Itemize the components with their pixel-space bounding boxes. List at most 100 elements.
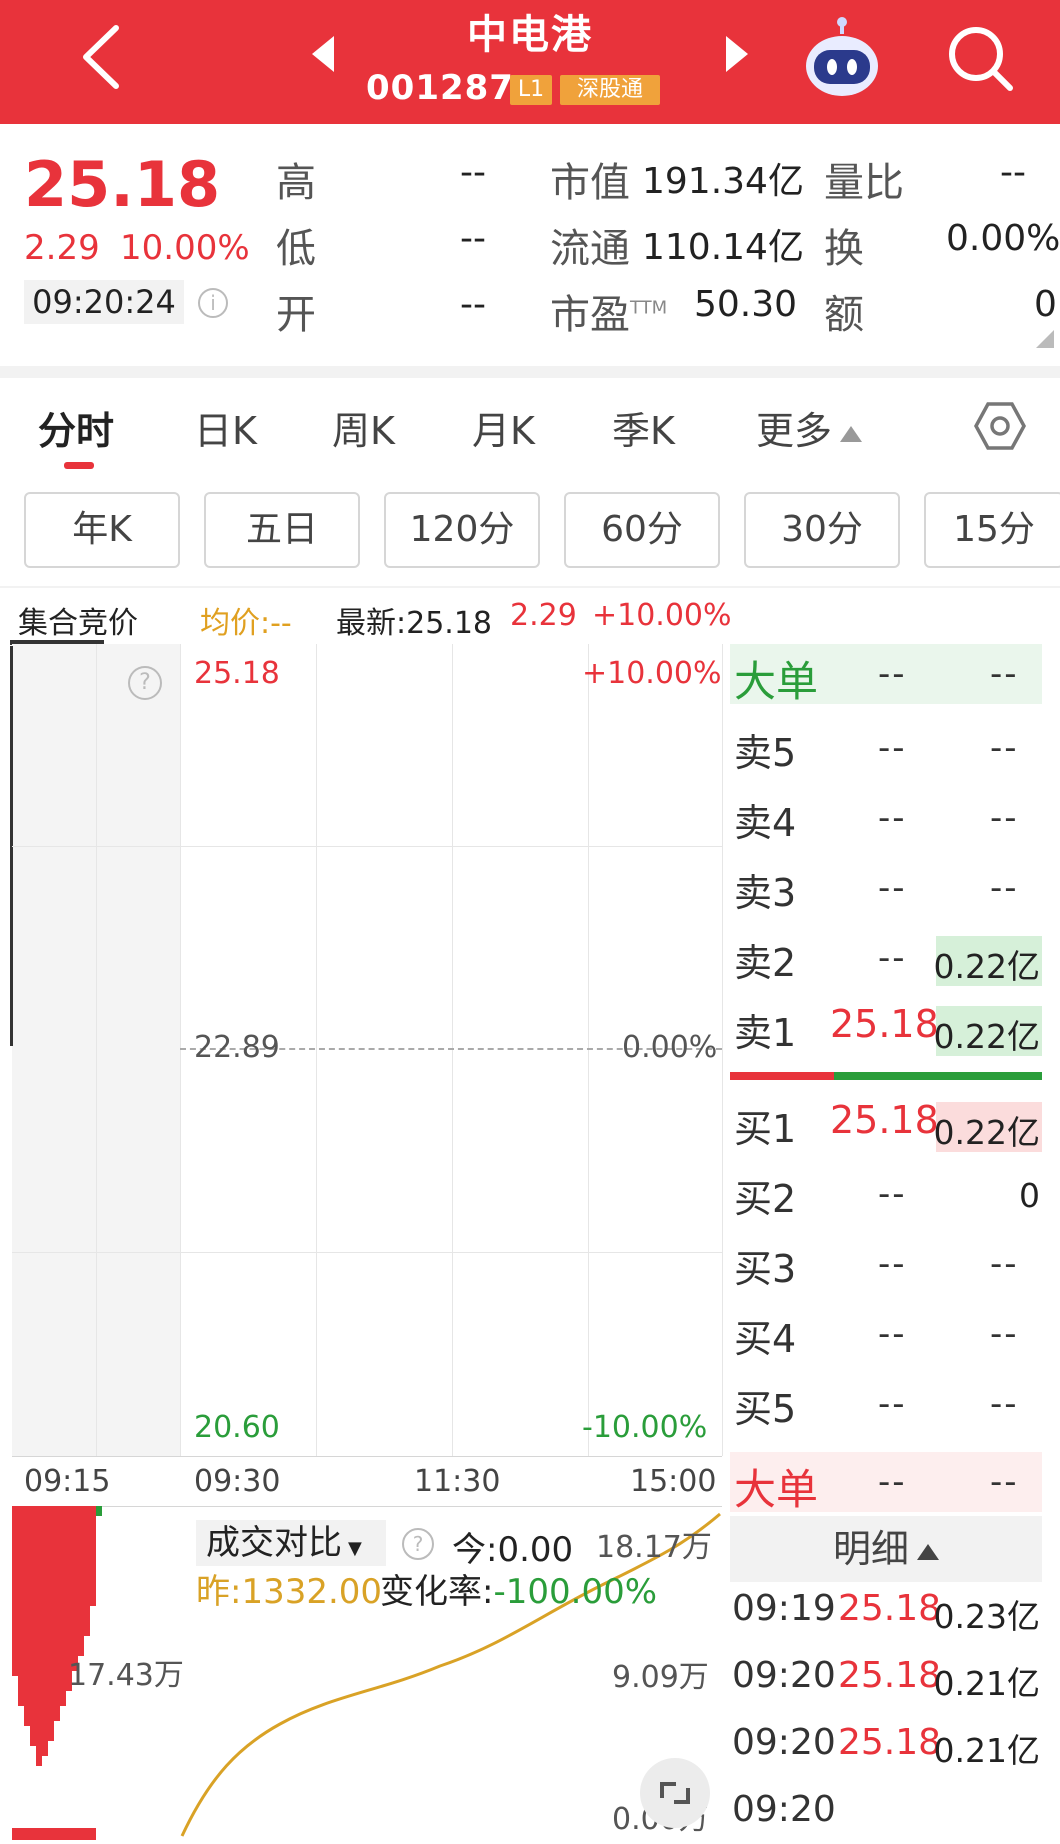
next-stock-arrow-icon[interactable] (726, 36, 748, 72)
current-price: 25.18 (24, 148, 221, 221)
big-order-value: -- (990, 654, 1019, 694)
tick-price: 25.18 (838, 1722, 942, 1763)
mid-pct-label: 0.00% (622, 1030, 718, 1065)
bid-level-label: 买4 (734, 1317, 797, 1361)
ask-volume: -- (990, 728, 1019, 768)
tab-daily-k[interactable]: 日K (194, 400, 257, 455)
volume-ratio-value: -- (1000, 152, 1026, 193)
tab-monthly-k[interactable]: 月K (472, 400, 535, 455)
volume-bar (96, 1506, 102, 1516)
low-value: -- (460, 218, 486, 259)
section-divider (0, 366, 1060, 378)
upper-price-label: 25.18 (194, 656, 280, 691)
ask-price: -- (878, 728, 907, 768)
info-icon[interactable]: i (198, 288, 228, 318)
period-120min[interactable]: 120分 (384, 492, 540, 568)
bid-volume: -- (990, 1314, 1019, 1354)
grid-line (722, 644, 723, 1456)
tab-quarterly-k[interactable]: 季K (612, 400, 675, 455)
volume-bar (90, 1506, 96, 1606)
bid-volume: 0.22亿 (933, 1113, 1040, 1152)
tick-volume: 0.21亿 (933, 1731, 1040, 1770)
ask-level-label: 卖1 (734, 1011, 797, 1055)
ask-price: -- (878, 868, 907, 908)
tick-time: 09:20 (732, 1789, 836, 1830)
search-icon[interactable] (942, 20, 1018, 96)
period-five-day[interactable]: 五日 (204, 492, 360, 568)
bid-price: -- (878, 1314, 907, 1354)
settings-hexagon-icon[interactable] (974, 400, 1026, 452)
detail-toggle[interactable]: 明细 (730, 1516, 1042, 1582)
tab-intraday[interactable]: 分时 (38, 400, 114, 455)
volume-max-label: 18.17万 (596, 1530, 712, 1565)
price-change: 2.29 (24, 228, 100, 268)
amount-value: 0 (1034, 284, 1057, 325)
tick-time: 09:20 (732, 1722, 836, 1763)
bid-price: -- (878, 1384, 907, 1424)
ask-volume: -- (990, 868, 1019, 908)
period-30min[interactable]: 30分 (744, 492, 900, 568)
tick-volume: 0.23亿 (933, 1597, 1040, 1636)
high-value: -- (460, 152, 486, 193)
big-order-value: -- (990, 1462, 1019, 1502)
connect-tag: 深股通 (560, 75, 660, 105)
grid-line (452, 644, 453, 1456)
left-volume-label: 17.43万 (68, 1658, 184, 1693)
grid-line (12, 846, 722, 847)
period-60min[interactable]: 60分 (564, 492, 720, 568)
help-icon[interactable]: ? (128, 666, 162, 700)
tick-price: 25.18 (838, 1655, 942, 1696)
grid-line (180, 644, 181, 1456)
bid-level-label: 买1 (734, 1107, 797, 1151)
price-change-pct: 10.00% (120, 228, 250, 268)
open-label: 开 (276, 292, 316, 338)
low-label: 低 (276, 226, 316, 272)
grid-line (12, 1252, 722, 1253)
dropdown-caret-icon: ▼ (348, 1538, 362, 1559)
expand-corner-icon[interactable] (1036, 330, 1054, 348)
bid-level-label: 买2 (734, 1177, 797, 1221)
high-label: 高 (276, 160, 316, 206)
tab-weekly-k[interactable]: 周K (332, 400, 395, 455)
lower-price-label: 20.60 (194, 1410, 280, 1445)
ask-level-label: 卖5 (734, 731, 797, 775)
help-icon[interactable]: ? (402, 1528, 434, 1560)
bid-price: -- (878, 1244, 907, 1284)
tick-volume: 0.21亿 (933, 1664, 1040, 1703)
period-15min[interactable]: 15分 (924, 492, 1060, 568)
bid-price: -- (878, 1174, 907, 1214)
ask-price: 25.18 (830, 1002, 939, 1046)
ask-volume: -- (990, 798, 1019, 838)
volume-mid-label: 9.09万 (612, 1660, 709, 1695)
time-label: 15:00 (630, 1464, 717, 1499)
time-label: 09:30 (194, 1464, 281, 1499)
time-label: 11:30 (414, 1464, 501, 1499)
ask-level-label: 卖4 (734, 801, 797, 845)
mid-price-label: 22.89 (194, 1030, 280, 1065)
grid-line (12, 1456, 722, 1457)
grid-line (96, 644, 97, 1456)
time-label: 09:15 (24, 1464, 111, 1499)
triangle-up-icon (917, 1543, 939, 1560)
buy-sell-ratio-bar (730, 1072, 834, 1080)
latest-pct: +10.00% (592, 598, 732, 633)
tab-more[interactable]: 更多 (756, 400, 863, 455)
fullscreen-icon[interactable] (640, 1758, 710, 1828)
big-order-label: 大单 (734, 1465, 819, 1514)
ask-level-label: 卖3 (734, 871, 797, 915)
compare-dropdown[interactable]: 成交对比 ▼ (196, 1520, 386, 1566)
lower-pct-label: -10.00% (582, 1410, 708, 1445)
ask-price: -- (878, 938, 907, 978)
change-rate: 变化率:-100.00% (380, 1572, 658, 1612)
latest-price: 最新:25.18 (336, 606, 492, 641)
volume-bar (12, 1828, 96, 1840)
amount-label: 额 (824, 292, 864, 338)
buy-sell-ratio-bar (834, 1072, 1042, 1080)
quote-time: 09:20:24 (24, 280, 184, 324)
bid-volume: 0 (1019, 1176, 1040, 1215)
latest-change: 2.29 (510, 598, 577, 633)
auction-label: 集合竞价 (18, 606, 138, 641)
period-year-k[interactable]: 年K (24, 492, 180, 568)
robot-assistant-icon[interactable] (800, 16, 884, 100)
big-order-label: 大单 (734, 657, 819, 706)
